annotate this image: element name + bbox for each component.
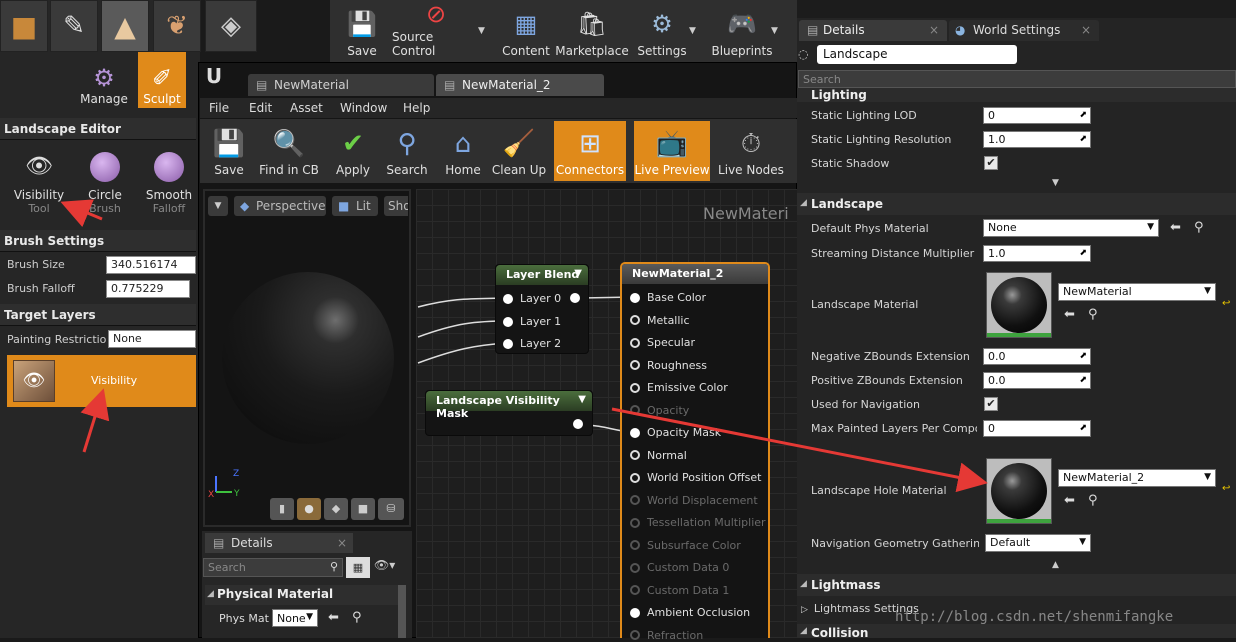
- arrow-to-hole-material: [611, 407, 988, 493]
- arrow-to-visibility-layer: [80, 388, 110, 453]
- annotation-arrows: [60, 199, 988, 493]
- arrow-to-visibility-tool: [60, 199, 103, 228]
